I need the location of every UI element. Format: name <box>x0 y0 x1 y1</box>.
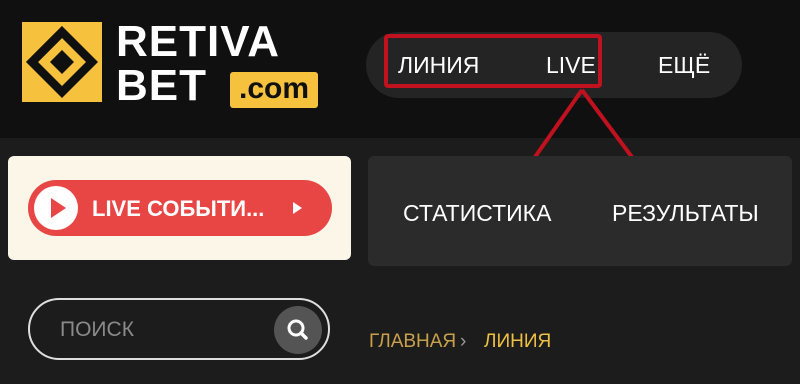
live-events-label: LIVE СОБЫТИ... <box>92 196 265 221</box>
search-button[interactable] <box>274 306 322 354</box>
search-input[interactable] <box>60 316 260 344</box>
brand-tld-badge: .com <box>230 72 318 108</box>
search-icon <box>287 319 308 340</box>
breadcrumb-home[interactable]: ГЛАВНАЯ <box>369 330 456 354</box>
brand-word-retiva: RETIVA <box>116 17 281 66</box>
chevron-right-icon <box>293 202 302 214</box>
sub-nav-statistics[interactable]: СТАТИСТИКА <box>403 198 551 228</box>
nav-item-more[interactable]: ЕЩЁ <box>658 50 710 80</box>
breadcrumb-current: ЛИНИЯ <box>484 331 552 352</box>
highlight-box <box>384 34 602 88</box>
brand-logo[interactable]: RETIVA BET .com <box>22 18 322 110</box>
brand-word-bet: BET <box>116 61 207 110</box>
sub-nav-results[interactable]: РЕЗУЛЬТАТЫ <box>612 198 759 228</box>
play-triangle <box>51 198 66 218</box>
breadcrumb-separator: › <box>460 331 467 352</box>
logo-mark-icon <box>22 22 102 102</box>
